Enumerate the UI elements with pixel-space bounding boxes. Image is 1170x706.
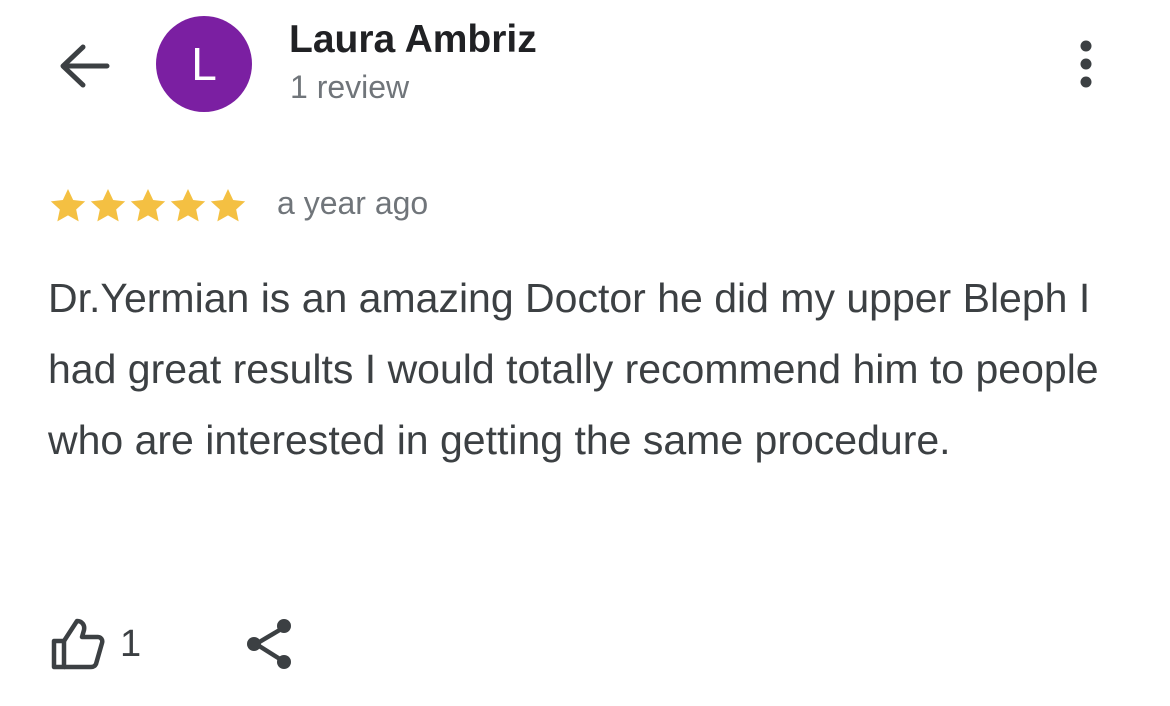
review-text: Dr.Yermian is an amazing Doctor he did m…: [48, 275, 1099, 463]
star-icon: [130, 189, 166, 222]
back-button[interactable]: [55, 40, 115, 92]
more-vertical-icon: [1080, 40, 1092, 88]
review-count: 1 review: [290, 69, 410, 105]
review-time: a year ago: [277, 185, 429, 221]
star-icon: [170, 189, 206, 222]
reviewer-name[interactable]: Laura Ambriz: [289, 18, 537, 62]
star-icon: [90, 189, 126, 222]
share-button[interactable]: [240, 614, 300, 674]
star-icon: [210, 189, 246, 222]
star-icon: [50, 189, 86, 222]
arrow-back-icon: [60, 44, 110, 88]
like-button[interactable]: 1: [46, 614, 141, 674]
like-count: 1: [120, 622, 142, 665]
share-icon: [247, 619, 291, 669]
star-rating: [48, 184, 248, 228]
avatar: L: [156, 16, 252, 112]
more-options-button[interactable]: [1068, 36, 1104, 92]
thumbs-up-icon: [51, 618, 105, 670]
